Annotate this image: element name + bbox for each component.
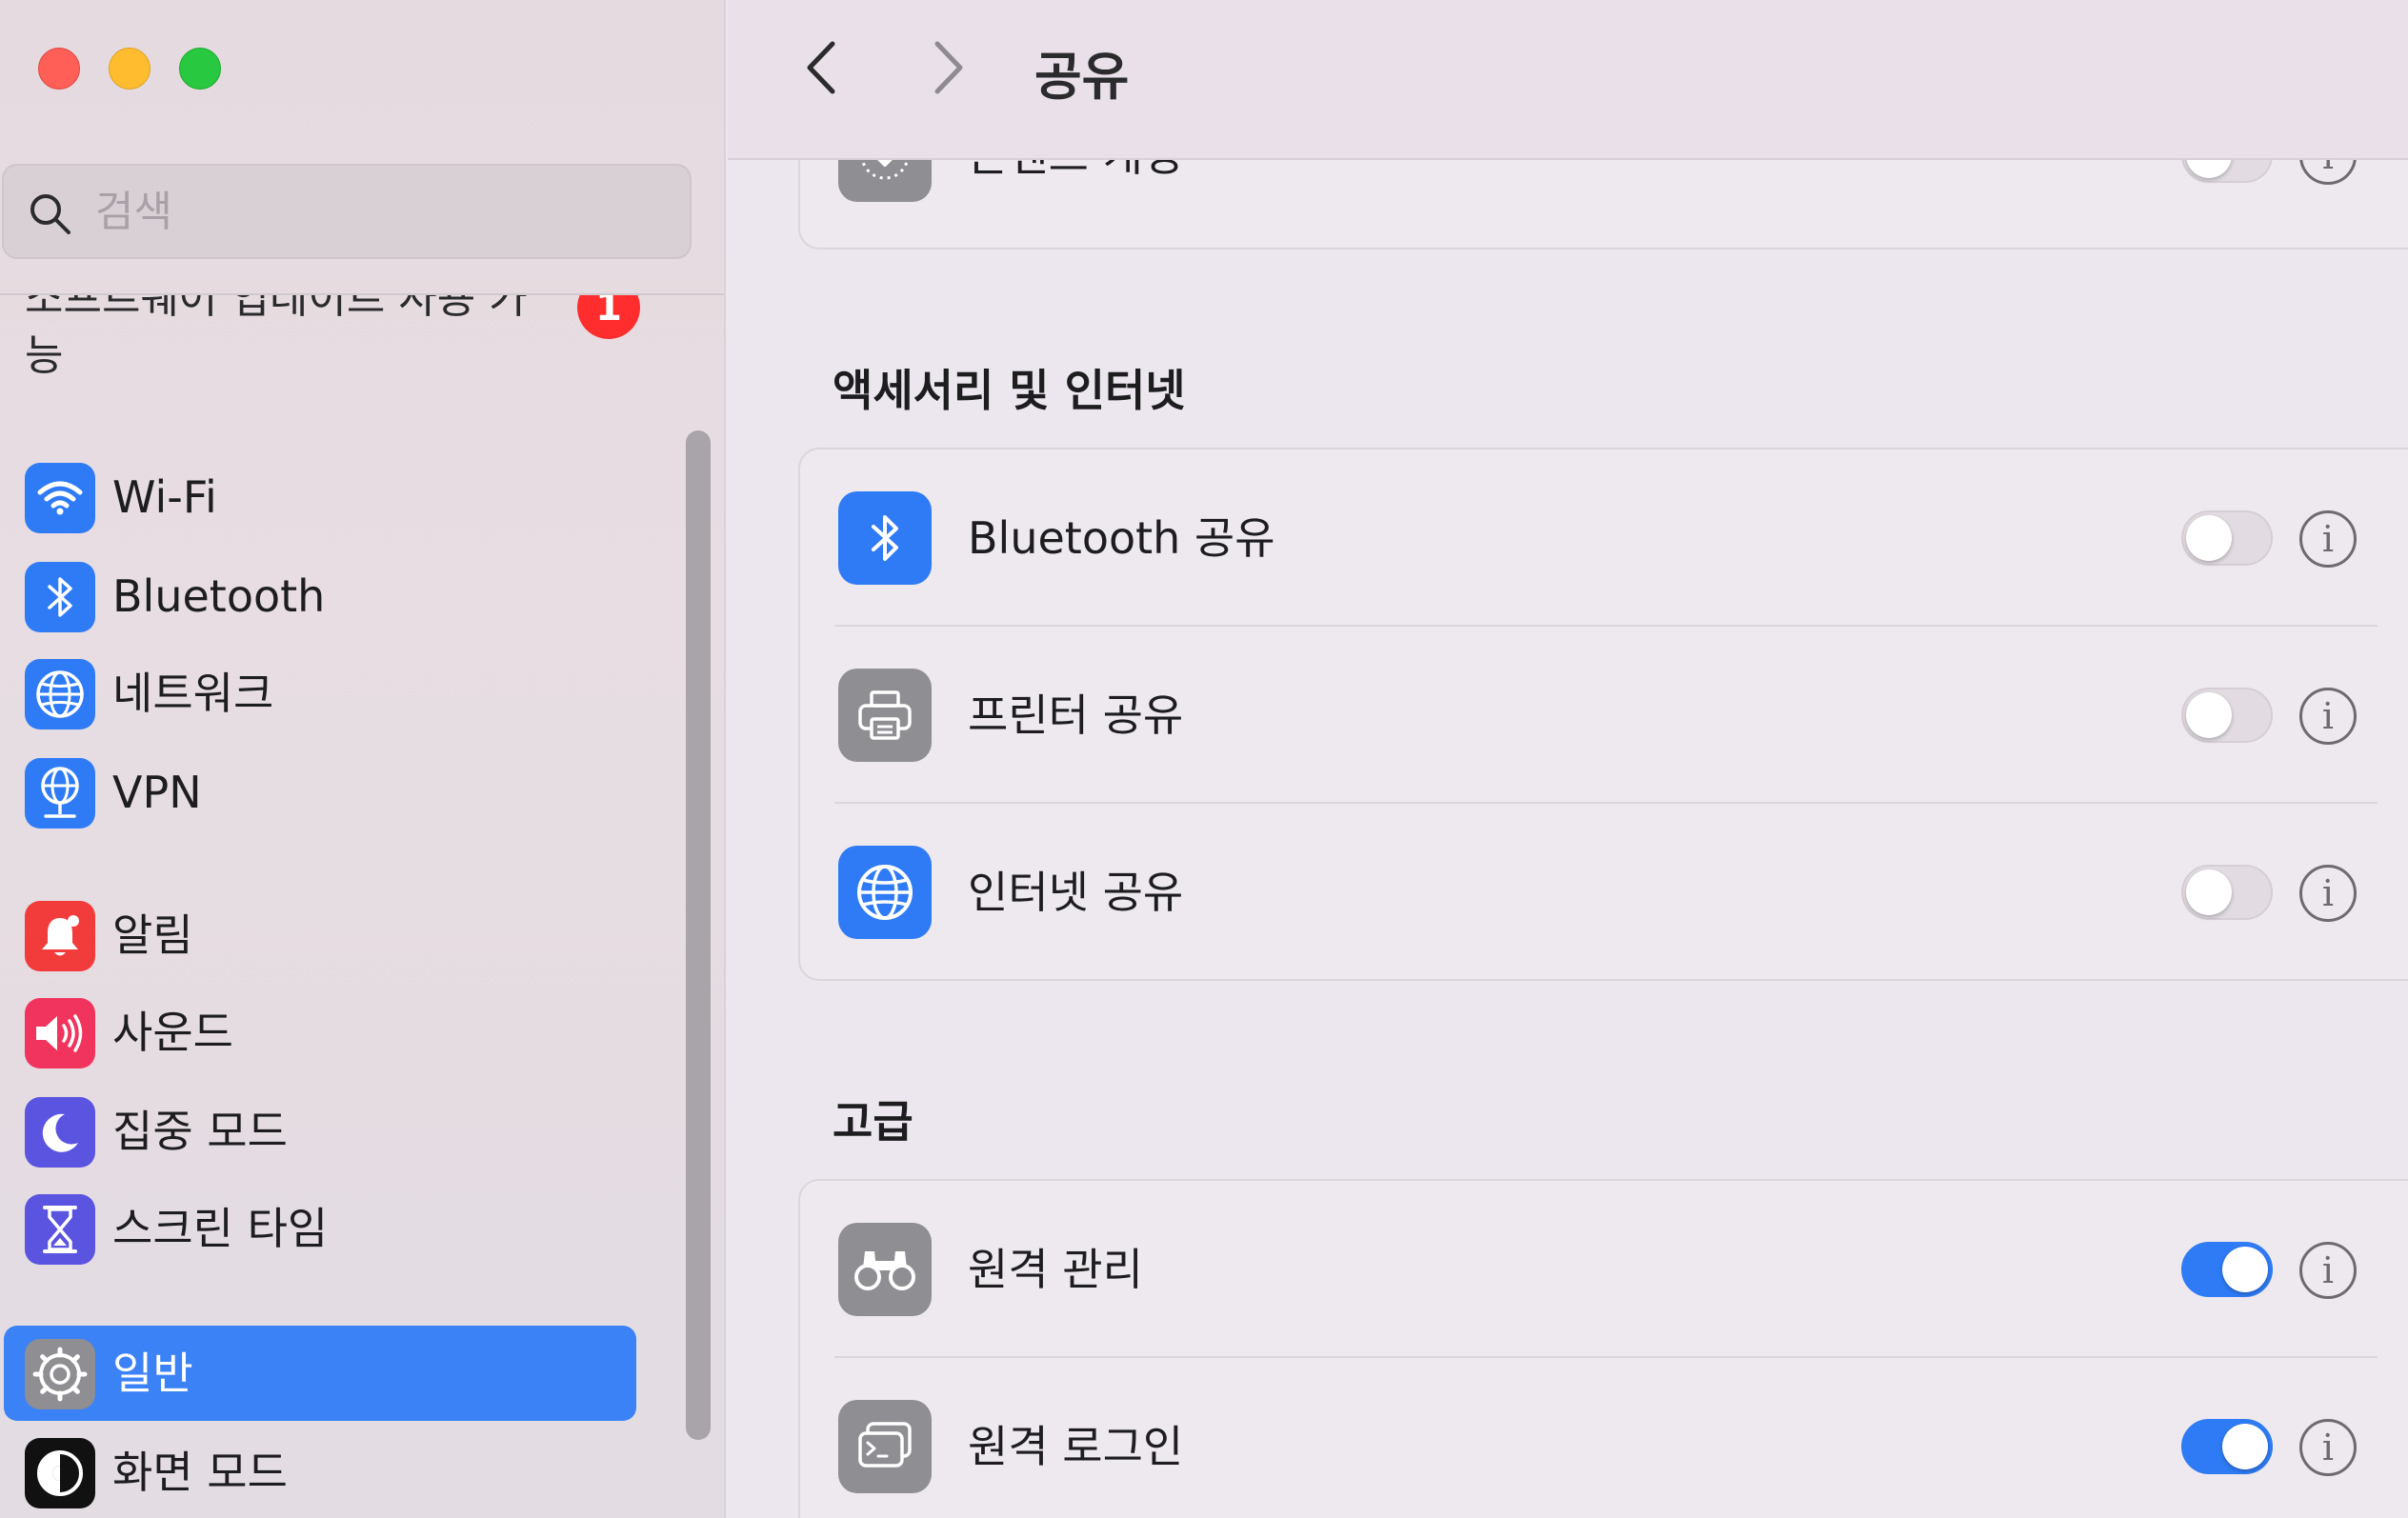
search-icon bbox=[30, 194, 70, 234]
remote-login-toggle[interactable] bbox=[2181, 1419, 2273, 1474]
remote-management-info-button[interactable]: i bbox=[2299, 1242, 2357, 1299]
accessories-card: Bluetooth 공유 i 프린터 공유 i 인터넷 공유 i bbox=[798, 448, 2408, 981]
sidebar-item-label: Wi-Fi bbox=[112, 471, 217, 523]
row-label: Bluetooth 공유 bbox=[968, 512, 1275, 564]
advanced-card: 원격 관리 i 원격 로그인 i bbox=[798, 1179, 2408, 1518]
settings-row-remote-management: 원격 관리 i bbox=[800, 1181, 2408, 1358]
row-label: 인터넷 공유 bbox=[968, 867, 1184, 918]
update-badge: 1 bbox=[577, 295, 640, 339]
bluetooth-sharing-info-button[interactable]: i bbox=[2299, 510, 2357, 568]
appearance-icon bbox=[25, 1438, 95, 1508]
sidebar-item-label: 스크린 타임 bbox=[112, 1203, 329, 1254]
globe-icon bbox=[838, 846, 932, 939]
printer-icon bbox=[838, 669, 932, 762]
sidebar-item-appearance[interactable]: 화면 모드 bbox=[4, 1425, 636, 1518]
sidebar-item-label: 사운드 bbox=[112, 1007, 233, 1058]
sidebar: 소프트웨어 업데이트 사용 가능 1 Wi-Fi Blueto bbox=[0, 0, 726, 1518]
sidebar-item-label: 화면 모드 bbox=[112, 1447, 288, 1498]
sidebar-item-label: 네트워크 bbox=[112, 668, 274, 719]
section-title-advanced: 고급 bbox=[833, 1096, 913, 1148]
sidebar-item-vpn[interactable]: VPN bbox=[4, 745, 636, 840]
sidebar-item-label: 알림 bbox=[112, 909, 193, 961]
hourglass-icon bbox=[25, 1194, 95, 1265]
settings-row-internet-sharing: 인터넷 공유 i bbox=[800, 804, 2408, 979]
back-button[interactable] bbox=[794, 34, 852, 101]
globe-icon bbox=[25, 659, 95, 729]
remote-management-toggle[interactable] bbox=[2181, 1242, 2273, 1297]
sidebar-list: 소프트웨어 업데이트 사용 가능 1 Wi-Fi Bluetooth 네트워크 … bbox=[0, 295, 705, 1518]
sidebar-item-focus[interactable]: 집중 모드 bbox=[4, 1084, 636, 1179]
zoom-button[interactable] bbox=[179, 48, 221, 90]
sidebar-item-wifi[interactable]: Wi-Fi bbox=[4, 449, 636, 545]
internet-sharing-toggle[interactable] bbox=[2181, 865, 2273, 920]
printer-sharing-info-button[interactable]: i bbox=[2299, 688, 2357, 745]
sidebar-item-network[interactable]: 네트워크 bbox=[4, 646, 636, 741]
internet-sharing-info-button[interactable]: i bbox=[2299, 865, 2357, 922]
remote-login-info-button[interactable]: i bbox=[2299, 1419, 2357, 1476]
printer-sharing-toggle[interactable] bbox=[2181, 688, 2273, 743]
sidebar-item-label: VPN bbox=[112, 767, 202, 818]
content-caching-toggle[interactable] bbox=[2181, 160, 2273, 183]
settings-row-bluetooth-sharing: Bluetooth 공유 i bbox=[800, 449, 2408, 627]
software-update-label: 소프트웨어 업데이트 사용 가능 bbox=[25, 295, 528, 380]
vpn-globe-icon bbox=[25, 758, 95, 829]
binoculars-icon bbox=[838, 1223, 932, 1316]
sidebar-item-software-update[interactable]: 소프트웨어 업데이트 사용 가능 1 bbox=[25, 295, 640, 385]
section-title-accessories: 액세서리 및 인터넷 bbox=[833, 365, 1186, 416]
sidebar-item-label: Bluetooth bbox=[112, 570, 326, 622]
settings-row-printer-sharing: 프린터 공유 i bbox=[800, 627, 2408, 804]
sidebar-item-screen-time[interactable]: 스크린 타임 bbox=[4, 1181, 636, 1276]
sidebar-item-label: 일반 bbox=[112, 1348, 193, 1399]
main-content: 콘텐츠 캐싱 i 액세서리 및 인터넷 Bluetooth 공유 i bbox=[728, 160, 2408, 1518]
sidebar-item-sound[interactable]: 사운드 bbox=[4, 985, 636, 1080]
row-label: 콘텐츠 캐싱 bbox=[968, 160, 1183, 183]
chevron-right-icon bbox=[934, 41, 963, 94]
sidebar-item-general[interactable]: 일반 bbox=[4, 1326, 636, 1421]
sidebar-scrollbar[interactable] bbox=[686, 430, 711, 1440]
wifi-icon bbox=[25, 463, 95, 533]
speaker-icon bbox=[25, 998, 95, 1069]
content-caching-info-button[interactable]: i bbox=[2299, 160, 2357, 185]
row-label: 프린터 공유 bbox=[968, 689, 1184, 741]
bell-icon bbox=[25, 901, 95, 971]
settings-row-content-caching: 콘텐츠 캐싱 i bbox=[800, 160, 2408, 244]
close-button[interactable] bbox=[38, 48, 80, 90]
sidebar-item-notifications[interactable]: 알림 bbox=[4, 888, 636, 983]
terminal-icon bbox=[838, 1400, 932, 1493]
page-title: 공유 bbox=[1034, 47, 1130, 107]
chevron-left-icon bbox=[807, 41, 835, 94]
content-caching-icon bbox=[838, 160, 932, 202]
row-label: 원격 로그인 bbox=[968, 1421, 1184, 1472]
row-label: 원격 관리 bbox=[968, 1244, 1143, 1295]
services-card: 콘텐츠 캐싱 i bbox=[798, 160, 2408, 250]
search-input[interactable] bbox=[95, 183, 667, 240]
sidebar-item-bluetooth[interactable]: Bluetooth bbox=[4, 549, 636, 644]
bluetooth-icon bbox=[25, 562, 95, 632]
search-field[interactable] bbox=[2, 164, 692, 259]
moon-icon bbox=[25, 1097, 95, 1168]
forward-button[interactable] bbox=[918, 34, 975, 101]
bluetooth-icon bbox=[838, 491, 932, 585]
bluetooth-sharing-toggle[interactable] bbox=[2181, 510, 2273, 566]
settings-row-remote-login: 원격 로그인 i bbox=[800, 1358, 2408, 1518]
toolbar: 공유 bbox=[728, 0, 2408, 160]
sidebar-item-label: 집중 모드 bbox=[112, 1106, 288, 1157]
minimize-button[interactable] bbox=[109, 48, 150, 90]
gear-icon bbox=[25, 1339, 95, 1409]
